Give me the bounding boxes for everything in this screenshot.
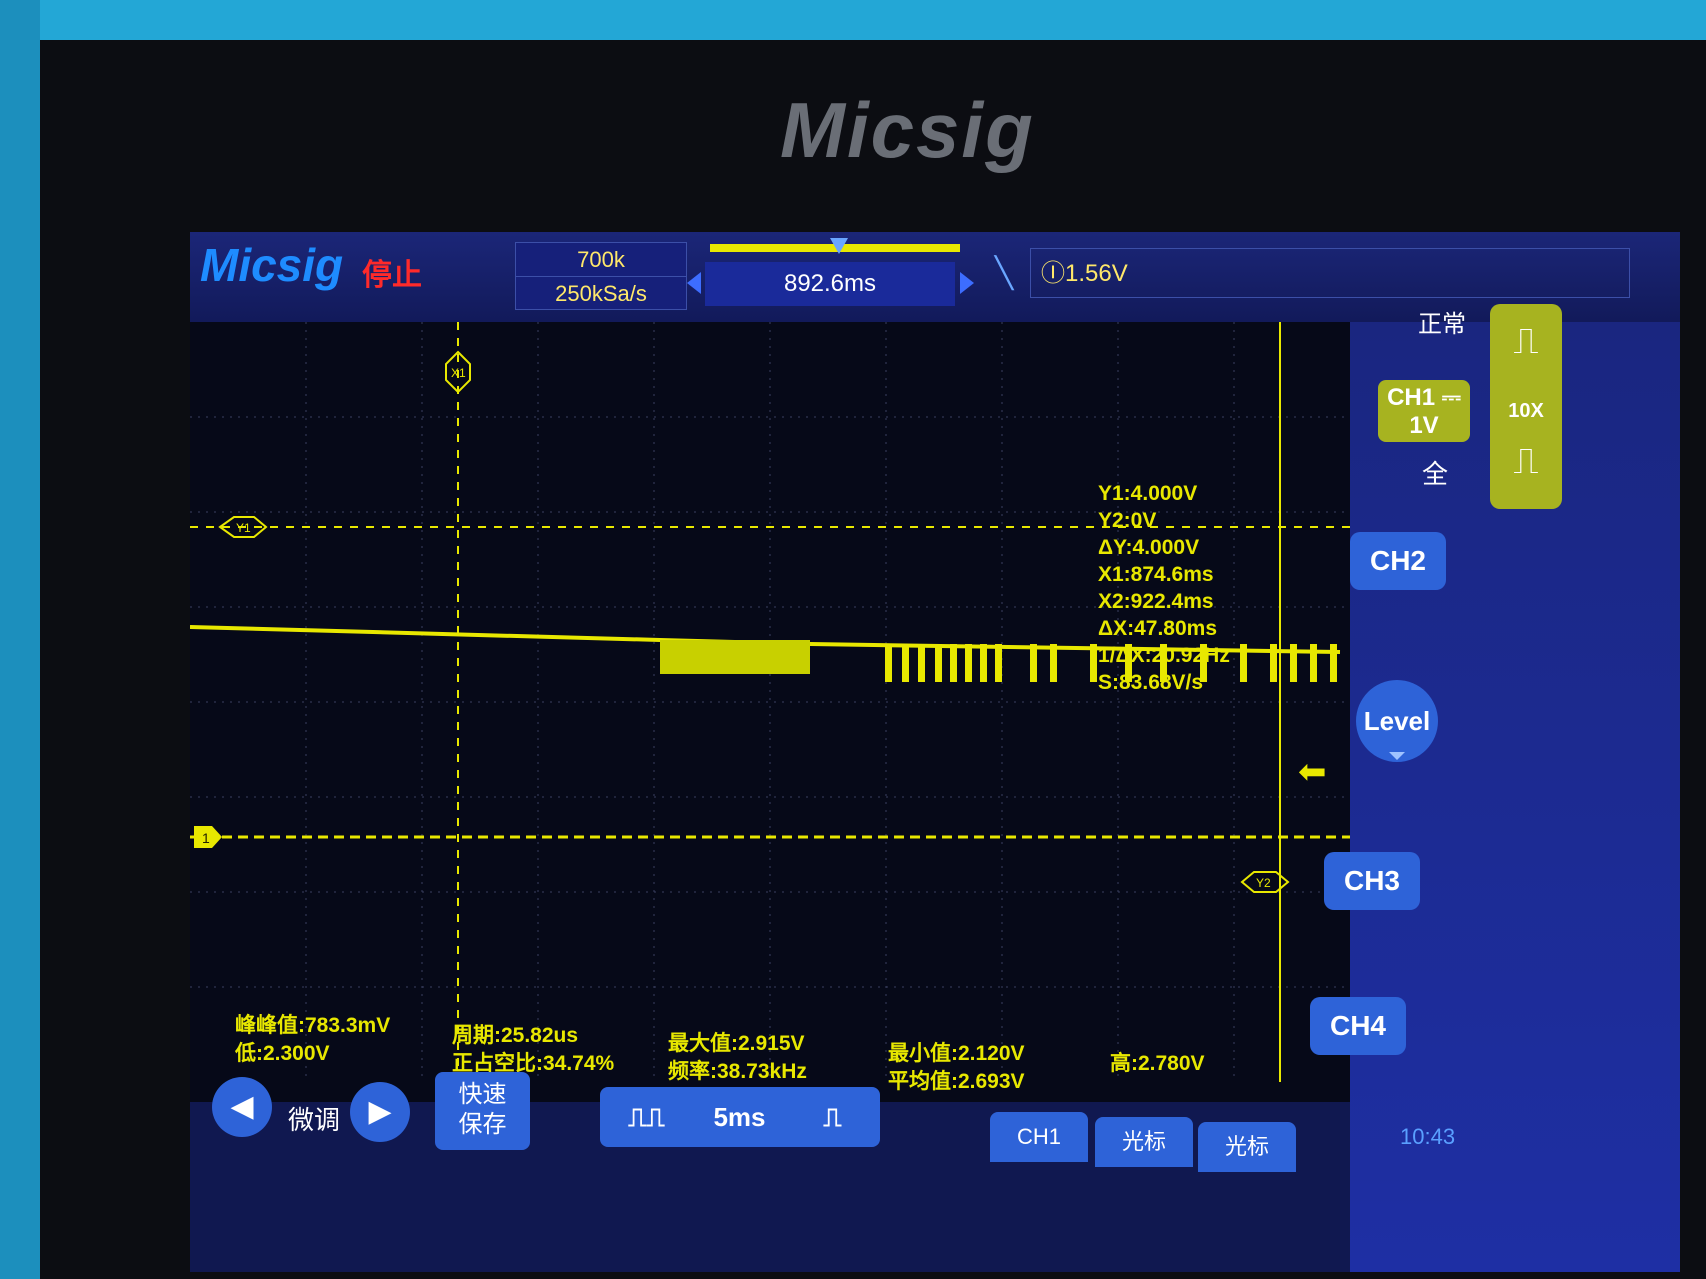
bezel-logo: Micsig: [780, 86, 1035, 174]
measure-group-3[interactable]: 最大值:2.915V 频率:38.73kHz: [668, 1030, 807, 1086]
pulse: [995, 644, 1002, 682]
pulse-high-icon[interactable]: ⎍: [1504, 323, 1548, 359]
level-button[interactable]: Level: [1356, 680, 1438, 762]
measure-group-4[interactable]: 最小值:2.120V 平均值:2.693V: [888, 1040, 1025, 1096]
readout-inv-dx: 1/ΔX:20.92Hz: [1098, 644, 1230, 667]
pulse: [885, 644, 892, 682]
pulse-low-icon[interactable]: ⎍: [1504, 443, 1548, 479]
ch2-button[interactable]: CH2: [1350, 532, 1446, 590]
cursor-menu-button[interactable]: 光标: [1095, 1117, 1193, 1167]
memory-depth: 700k: [577, 247, 625, 272]
pulse: [965, 644, 972, 682]
level-down-icon[interactable]: [1389, 752, 1405, 760]
pulse: [1290, 644, 1297, 682]
pan-right-icon[interactable]: [960, 272, 974, 294]
burst-region: [660, 640, 810, 674]
pulse: [1050, 644, 1057, 682]
measure-group-1[interactable]: 峰峰值:783.3mV 低:2.300V: [235, 1012, 390, 1068]
readout-y1: Y1:4.000V: [1098, 482, 1198, 505]
pan-left-icon[interactable]: [687, 272, 701, 294]
pulse: [1030, 644, 1037, 682]
ch1-bandwidth: 全: [1422, 459, 1449, 489]
run-state[interactable]: 停止: [362, 250, 422, 294]
app-logo: Micsig: [200, 239, 344, 291]
measure-min: 最小值:2.120V: [888, 1042, 1025, 1065]
trigger-mode[interactable]: 正常: [1418, 304, 1466, 339]
x1-marker-label: X1: [451, 366, 466, 380]
pulse: [980, 644, 987, 682]
probe-ratio: 10X: [1508, 400, 1544, 422]
measure-max: 最大值:2.915V: [668, 1032, 805, 1055]
ch1-scale: 1V: [1409, 412, 1439, 439]
pulse: [1270, 644, 1277, 682]
measure-group-2[interactable]: 周期:25.82us 正占空比:34.74%: [452, 1022, 614, 1078]
pulse: [1330, 644, 1337, 682]
pulse: [1240, 644, 1247, 682]
pulse: [950, 644, 957, 682]
readout-x2: X2:922.4ms: [1098, 590, 1214, 613]
measure-period: 周期:25.82us: [452, 1024, 579, 1047]
fine-left-button[interactable]: ◀: [212, 1077, 272, 1137]
pulse: [918, 644, 925, 682]
ch3-button[interactable]: CH3: [1324, 852, 1420, 910]
pulse: [902, 644, 909, 682]
cursor-vertical-button[interactable]: 光标: [1198, 1122, 1296, 1172]
timebase-decrease-icon[interactable]: ⎍⎍: [600, 1087, 693, 1147]
oscilloscope-screen: Micsig 停止 700k 250kSa/s 892.6ms ╲ Ⓘ1.56V…: [190, 232, 1680, 1272]
waveform-svg: X1 Y1 Y2 1: [190, 322, 1350, 1082]
timebase-control[interactable]: ⎍⎍ 5ms ⎍: [600, 1087, 880, 1147]
probe-settings[interactable]: ⎍ 10X ⎍: [1490, 304, 1562, 509]
measure-vpp: 峰峰值:783.3mV: [235, 1014, 391, 1037]
readout-y2: Y2:0V: [1098, 509, 1157, 532]
quick-save-button[interactable]: 快速 保存: [435, 1072, 530, 1150]
measure-avg: 平均值:2.693V: [888, 1070, 1025, 1093]
trigger-level[interactable]: Ⓘ1.56V: [1030, 248, 1630, 298]
timebase-increase-icon[interactable]: ⎍: [786, 1087, 879, 1147]
timebase-value: 5ms: [713, 1102, 766, 1132]
horizontal-position[interactable]: 892.6ms: [705, 262, 955, 306]
y1-marker-label: Y1: [236, 521, 251, 535]
acquisition-info[interactable]: 700k 250kSa/s: [515, 242, 687, 310]
measure-group-5[interactable]: 高:2.780V: [1110, 1050, 1205, 1078]
graticule: [190, 322, 1350, 1082]
quick-save-line2: 保存: [458, 1111, 507, 1138]
falling-edge-icon[interactable]: ╲: [995, 256, 1013, 291]
pulse: [1310, 644, 1317, 682]
device-frame-left: [0, 0, 40, 1279]
ch1-label: CH1 ⎓: [1387, 384, 1461, 411]
pulse: [1090, 644, 1097, 682]
measure-freq: 频率:38.73kHz: [668, 1060, 807, 1083]
ch4-button[interactable]: CH4: [1310, 997, 1406, 1055]
cursor-readout: Y1:4.000V Y2:0V ΔY:4.000V X1:874.6ms X2:…: [1098, 480, 1230, 696]
fine-right-button[interactable]: ▶: [350, 1082, 410, 1142]
ch1-select-button[interactable]: CH1: [990, 1112, 1088, 1162]
y2-marker-label: Y2: [1256, 876, 1271, 890]
quick-save-line1: 快速: [458, 1081, 507, 1108]
channel1-marker-label: 1: [202, 830, 210, 846]
trigger-position-icon: [830, 238, 848, 254]
trigger-level-arrow-icon: ⬅: [1298, 753, 1327, 791]
readout-x1: X1:874.6ms: [1098, 563, 1214, 586]
fine-adjust-label: 微调: [288, 1105, 341, 1135]
measure-high: 高:2.780V: [1110, 1052, 1205, 1075]
waveform-grid[interactable]: X1 Y1 Y2 1 Y1:4.000V Y2:0V ΔY:4.000V X1:…: [190, 322, 1350, 1102]
pulse: [935, 644, 942, 682]
ch1-settings-button[interactable]: CH1 ⎓ 1V: [1378, 380, 1470, 442]
device-frame-top: [0, 0, 1706, 40]
measure-low: 低:2.300V: [235, 1042, 330, 1065]
sample-rate: 250kSa/s: [516, 276, 686, 310]
readout-dy: ΔY:4.000V: [1098, 536, 1200, 559]
readout-slope: S:83.68V/s: [1098, 671, 1204, 694]
readout-dx: ΔX:47.80ms: [1098, 617, 1217, 640]
clock: 10:43: [1400, 1124, 1456, 1149]
